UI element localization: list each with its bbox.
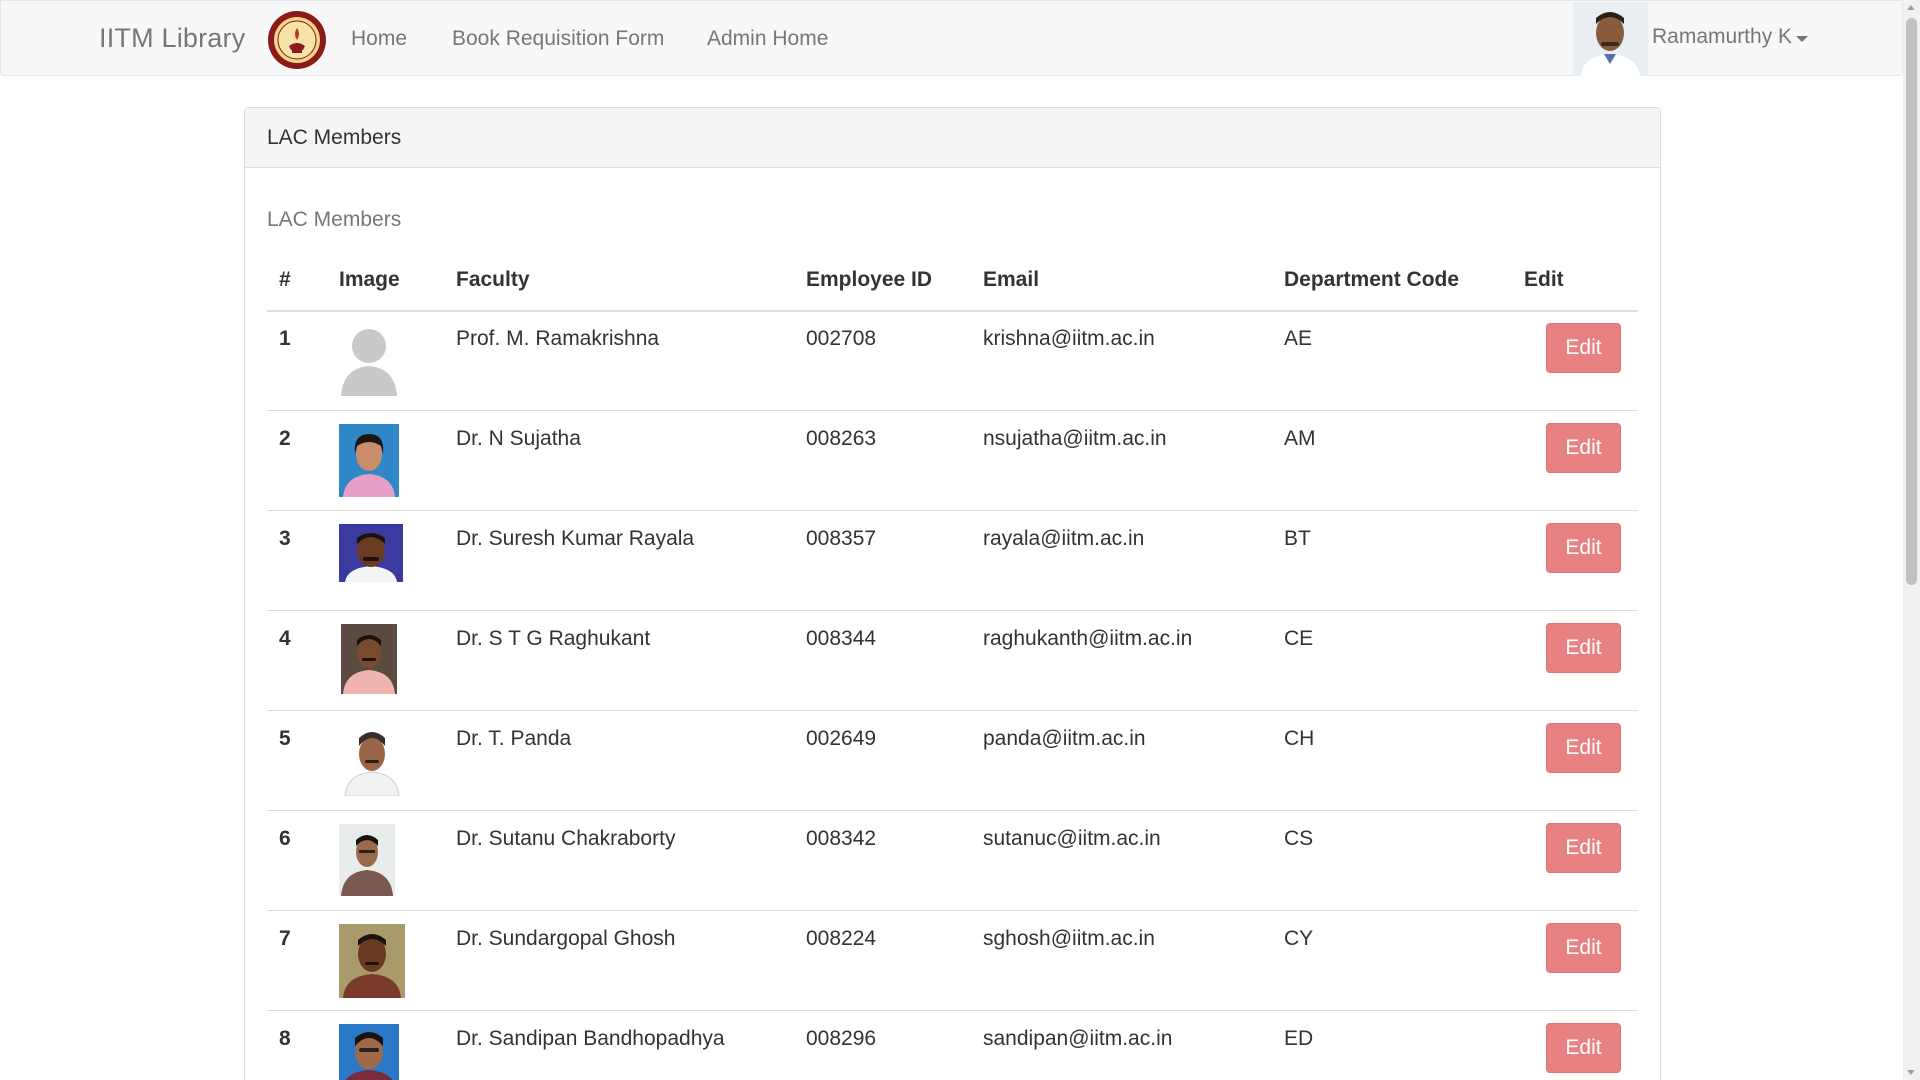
faculty-name: Dr. Sundargopal Ghosh <box>456 927 676 950</box>
table-row: 8 Dr. Sandipan Bandhopadhya 008296 sandi… <box>267 1010 1638 1080</box>
department-code: CE <box>1284 627 1314 650</box>
lac-members-panel: LAC Members LAC Members # Image Faculty … <box>244 107 1661 1080</box>
email: rayala@iitm.ac.in <box>983 527 1145 550</box>
caret-down-icon[interactable] <box>1796 36 1808 42</box>
user-menu-toggle[interactable]: Ramamurthy K <box>1652 25 1792 49</box>
faculty-photo-icon <box>339 824 395 896</box>
faculty-photo-icon <box>341 624 397 694</box>
faculty-name: Dr. Sutanu Chakraborty <box>456 827 676 850</box>
table-header: # Image Faculty Employee ID Email Depart… <box>267 256 1638 312</box>
employee-id: 008263 <box>806 427 877 450</box>
table-row: 4 Dr. S T G Raghukant 008344 raghukanth@… <box>267 610 1638 711</box>
department-code: CY <box>1284 927 1314 950</box>
employee-id: 008344 <box>806 627 877 650</box>
faculty-photo-icon <box>339 924 405 998</box>
department-code: CS <box>1284 827 1314 850</box>
email: sandipan@iitm.ac.in <box>983 1027 1173 1050</box>
row-number: 5 <box>279 727 291 750</box>
employee-id: 008224 <box>806 927 877 950</box>
faculty-name: Dr. T. Panda <box>456 727 572 750</box>
row-number: 8 <box>279 1027 291 1050</box>
department-code: BT <box>1284 527 1311 550</box>
faculty-name: Dr. N Sujatha <box>456 427 581 450</box>
faculty-photo-icon <box>339 724 405 796</box>
row-number: 1 <box>279 327 291 350</box>
table-row: 6 Dr. Sutanu Chakraborty 008342 sutanuc@… <box>267 810 1638 911</box>
department-code: AE <box>1284 327 1313 350</box>
faculty-photo-icon <box>339 1024 399 1080</box>
table-row: 5 Dr. T. Panda 002649 panda@iitm.ac.in C… <box>267 710 1638 811</box>
department-code: ED <box>1284 1027 1314 1050</box>
top-navbar: IITM Library Home Book Requisition Form … <box>0 0 1903 76</box>
scroll-down-arrow-icon[interactable] <box>1907 1070 1915 1075</box>
department-code: AM <box>1284 427 1316 450</box>
employee-id: 002649 <box>806 727 877 750</box>
column-header-email: Email <box>983 268 1040 291</box>
edit-button[interactable]: Edit <box>1546 623 1621 673</box>
employee-id: 008357 <box>806 527 877 550</box>
edit-button[interactable]: Edit <box>1546 423 1621 473</box>
row-number: 4 <box>279 627 291 650</box>
faculty-photo-icon <box>339 524 403 582</box>
faculty-photo-icon <box>339 424 399 497</box>
scrollbar-thumb[interactable] <box>1906 18 1917 585</box>
column-header-employee-id: Employee ID <box>806 268 933 291</box>
faculty-name: Prof. M. Ramakrishna <box>456 327 660 350</box>
table-caption: LAC Members <box>267 208 402 231</box>
nav-admin-home-link[interactable]: Admin Home <box>707 27 828 51</box>
scroll-up-arrow-icon[interactable] <box>1907 5 1915 10</box>
table-row: 2 Dr. N Sujatha 008263 nsujatha@iitm.ac.… <box>267 410 1638 511</box>
no-photo-placeholder-icon <box>339 324 399 396</box>
faculty-name: Dr. Sandipan Bandhopadhya <box>456 1027 725 1050</box>
edit-button[interactable]: Edit <box>1546 923 1621 973</box>
nav-home-link[interactable]: Home <box>351 27 407 51</box>
edit-button[interactable]: Edit <box>1546 823 1621 873</box>
edit-button[interactable]: Edit <box>1546 1023 1621 1073</box>
edit-button[interactable]: Edit <box>1546 323 1621 373</box>
row-number: 7 <box>279 927 291 950</box>
employee-id: 002708 <box>806 327 877 350</box>
email: krishna@iitm.ac.in <box>983 327 1155 350</box>
row-number: 6 <box>279 827 291 850</box>
column-header-edit: Edit <box>1524 268 1564 291</box>
column-header-department-code: Department Code <box>1284 268 1460 291</box>
table-row: 3 Dr. Suresh Kumar Rayala 008357 rayala@… <box>267 510 1638 611</box>
row-number: 2 <box>279 427 291 450</box>
edit-button[interactable]: Edit <box>1546 523 1621 573</box>
panel-heading: LAC Members <box>245 108 1660 168</box>
panel-title: LAC Members <box>267 126 402 149</box>
email: nsujatha@iitm.ac.in <box>983 427 1167 450</box>
email: panda@iitm.ac.in <box>983 727 1146 750</box>
faculty-name: Dr. S T G Raghukant <box>456 627 651 650</box>
edit-button[interactable]: Edit <box>1546 723 1621 773</box>
nav-book-requisition-link[interactable]: Book Requisition Form <box>452 27 664 51</box>
column-header-number: # <box>279 268 291 291</box>
table-row: 1 Prof. M. Ramakrishna 002708 krishna@ii… <box>267 310 1638 411</box>
brand-link[interactable]: IITM Library <box>99 23 245 54</box>
email: sutanuc@iitm.ac.in <box>983 827 1161 850</box>
column-header-image: Image <box>339 268 400 291</box>
employee-id: 008296 <box>806 1027 877 1050</box>
faculty-name: Dr. Suresh Kumar Rayala <box>456 527 695 550</box>
user-avatar-icon[interactable] <box>1573 2 1648 76</box>
column-header-faculty: Faculty <box>456 268 530 291</box>
department-code: CH <box>1284 727 1315 750</box>
iitm-seal-logo-icon[interactable] <box>267 10 327 70</box>
email: sghosh@iitm.ac.in <box>983 927 1155 950</box>
page: IITM Library Home Book Requisition Form … <box>0 0 1903 1080</box>
row-number: 3 <box>279 527 291 550</box>
employee-id: 008342 <box>806 827 877 850</box>
table-row: 7 Dr. Sundargopal Ghosh 008224 sghosh@ii… <box>267 910 1638 1011</box>
email: raghukanth@iitm.ac.in <box>983 627 1193 650</box>
